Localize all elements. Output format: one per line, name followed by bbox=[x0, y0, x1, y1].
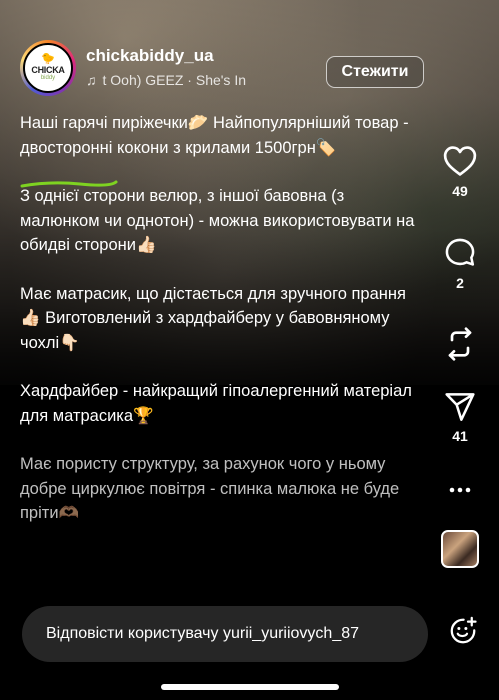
like-count: 49 bbox=[452, 183, 468, 199]
green-underline-mark bbox=[20, 180, 118, 188]
share-count: 41 bbox=[452, 428, 468, 444]
more-action[interactable] bbox=[436, 482, 484, 498]
music-track: t Ooh) GEEZ · She's In bbox=[102, 72, 247, 88]
caption-paragraph: Хардфайбер - найкращий гіпоалергенний ма… bbox=[20, 382, 412, 425]
reply-placeholder: Відповісти користувачу yurii_yuriiovych_… bbox=[46, 625, 360, 642]
reel-header: 🐤 CHICKA biddy chickabiddy_ua ♫ t Ooh) G… bbox=[20, 40, 424, 102]
like-action[interactable]: 49 bbox=[436, 145, 484, 199]
comment-count: 2 bbox=[456, 275, 464, 291]
send-icon[interactable] bbox=[444, 392, 476, 422]
emoji-add-icon[interactable] bbox=[448, 616, 478, 651]
comment-icon[interactable] bbox=[444, 237, 476, 269]
follow-button[interactable]: Стежити bbox=[326, 56, 424, 88]
caption-paragraph: Має матрасик, що дістається для зручного… bbox=[20, 284, 406, 352]
repost-action[interactable] bbox=[436, 326, 484, 362]
caption-fade bbox=[0, 520, 430, 565]
caption-paragraph: Має пористу структуру, за рахунок чого у… bbox=[20, 455, 400, 522]
music-note-icon: ♫ bbox=[86, 72, 97, 88]
reply-input[interactable]: Відповісти користувачу yurii_yuriiovych_… bbox=[22, 606, 428, 662]
audio-thumbnail[interactable] bbox=[441, 530, 479, 568]
caption-paragraph: З однієї сторони велюр, з іншої бавовна … bbox=[20, 187, 415, 254]
username[interactable]: chickabiddy_ua bbox=[86, 46, 214, 66]
avatar-logo: 🐤 CHICKA biddy bbox=[23, 43, 73, 93]
caption-paragraph: Наші гарячі пиріжечки🥟 Найпопулярніший т… bbox=[20, 114, 409, 157]
home-indicator[interactable] bbox=[161, 684, 339, 690]
more-icon[interactable] bbox=[448, 482, 472, 498]
comment-action[interactable]: 2 bbox=[436, 237, 484, 291]
repost-icon[interactable] bbox=[444, 326, 476, 362]
bird-icon: 🐤 bbox=[41, 53, 55, 65]
avatar[interactable]: 🐤 CHICKA biddy bbox=[20, 40, 76, 96]
heart-icon[interactable] bbox=[443, 145, 477, 177]
share-action[interactable]: 41 bbox=[436, 392, 484, 444]
avatar-brand-text: CHICKA bbox=[31, 65, 65, 75]
music-row[interactable]: ♫ t Ooh) GEEZ · She's In bbox=[86, 72, 311, 88]
avatar-sub-text: biddy bbox=[40, 75, 56, 81]
reel-caption[interactable]: Наші гарячі пиріжечки🥟 Найпопулярніший т… bbox=[20, 111, 420, 550]
